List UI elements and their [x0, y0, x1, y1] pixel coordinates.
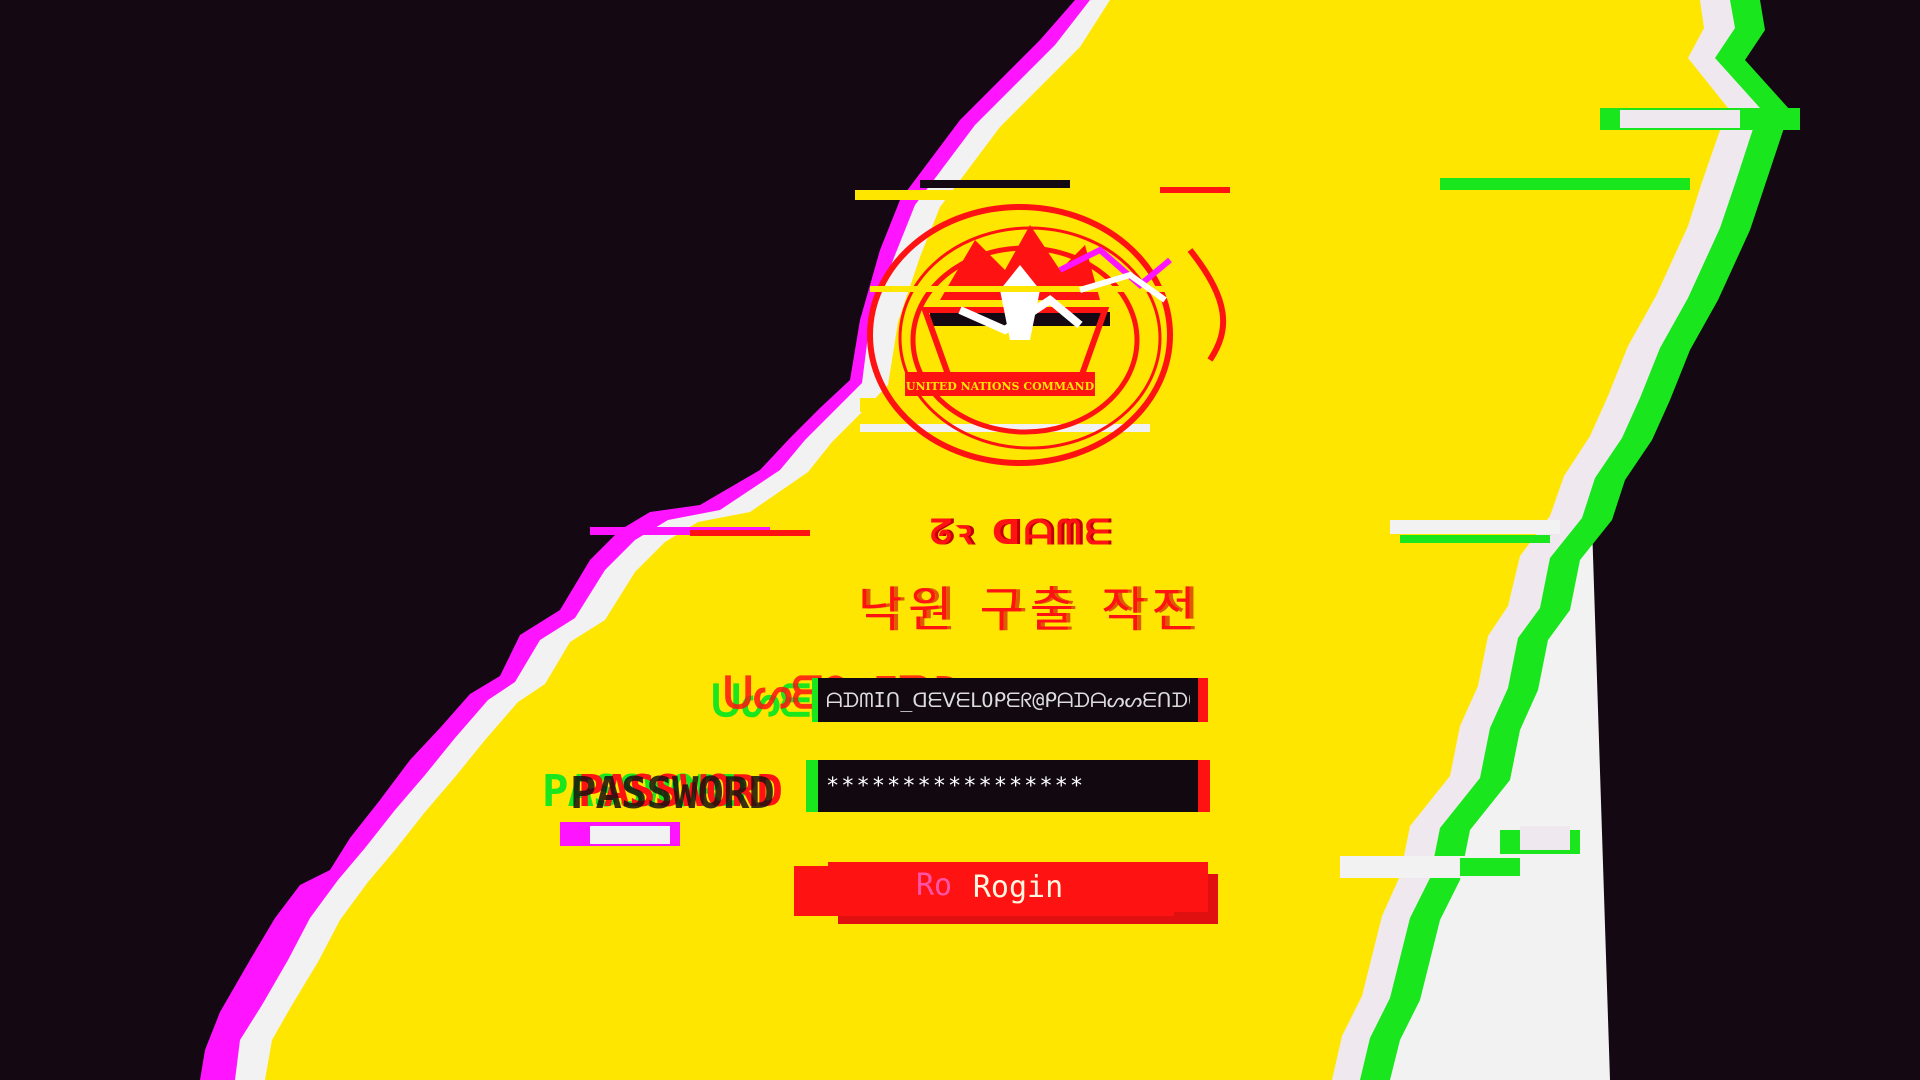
glitch-slice [1400, 535, 1550, 543]
glitch-slice [590, 826, 670, 844]
emblem-banner-text: UNITED NATIONS COMMAND [906, 380, 1095, 393]
game-title-cursor: _ [1168, 594, 1187, 629]
glitch-slice [1520, 826, 1570, 850]
game-label: ᘔꝛ ᗡᗩᗰᗴ [930, 513, 1114, 553]
glitch-slice [1390, 520, 1560, 534]
glitch-screen: UNITED NATIONS COMMAND ᘔꝛ ᗡᗩᗰᗴ 낙원 구출 작전 … [0, 0, 1920, 1080]
password-field[interactable] [818, 760, 1198, 812]
glitch-slice [1460, 858, 1520, 876]
glitch-slice [690, 530, 810, 536]
glitch-slice [1440, 178, 1690, 190]
glitch-slice [1340, 856, 1480, 878]
login-button[interactable]: Rogin [828, 862, 1208, 912]
login-button-ghost-text: Ro [916, 868, 953, 903]
username-field[interactable] [818, 678, 1198, 722]
game-title: 낙원 구출 작전 [858, 582, 1202, 638]
glitch-slice [1620, 110, 1740, 128]
password-label-shadow: PASSWORD [570, 768, 775, 819]
